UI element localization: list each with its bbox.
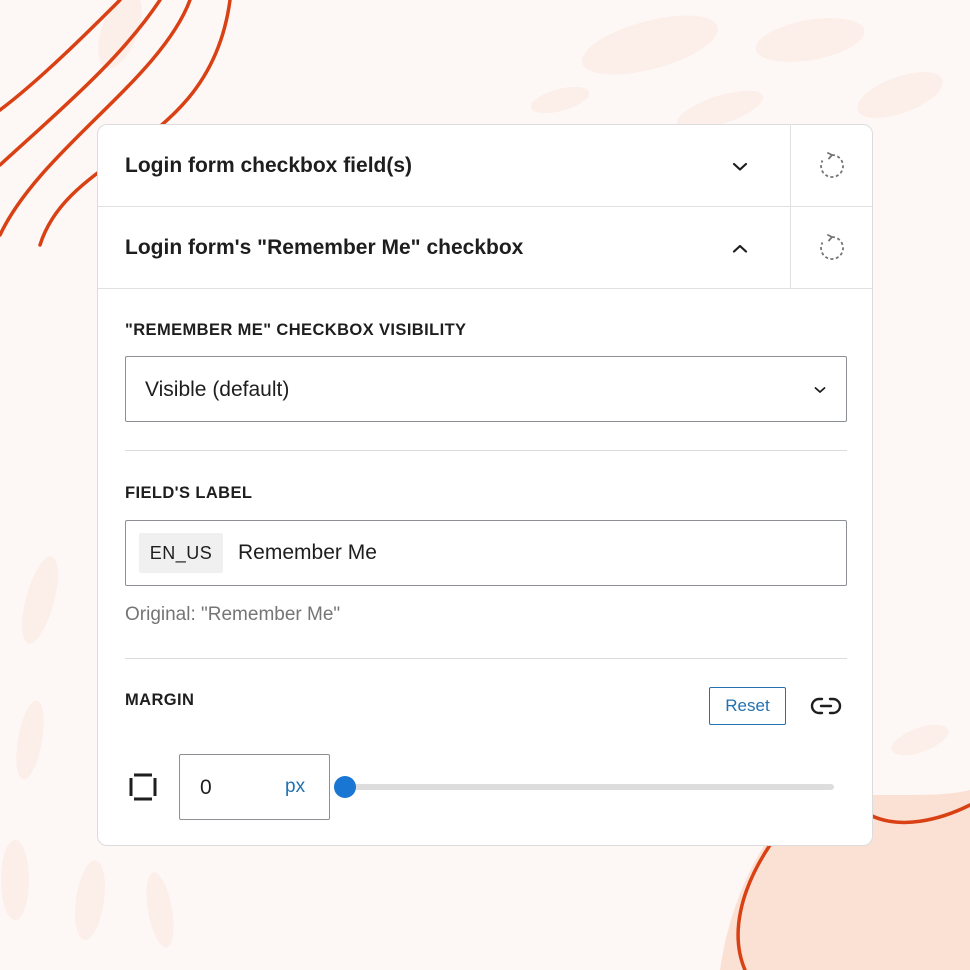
- original-text: Original: "Remember Me": [125, 604, 341, 625]
- margin-value: 0: [200, 776, 212, 799]
- margin-value-input[interactable]: 0 px: [179, 754, 330, 820]
- visibility-select[interactable]: Visible (default): [125, 356, 847, 422]
- visibility-label: "REMEMBER ME" CHECKBOX VISIBILITY: [125, 321, 467, 339]
- settings-panel: Login form checkbox field(s) Login form'…: [97, 124, 873, 846]
- accordion-title[interactable]: Login form checkbox field(s): [125, 154, 412, 178]
- input-value: Remember Me: [238, 541, 377, 564]
- select-value: Visible (default): [145, 378, 290, 401]
- margin-label: MARGIN: [125, 691, 195, 709]
- unit-select[interactable]: px: [285, 776, 305, 798]
- field-label-input[interactable]: EN_US Remember Me: [125, 520, 847, 586]
- reset-button[interactable]: Reset: [709, 687, 786, 725]
- field-label-heading: FIELD'S LABEL: [125, 484, 253, 502]
- divider: [790, 125, 791, 206]
- chevron-down-icon: [814, 387, 826, 393]
- accordion-title[interactable]: Login form's "Remember Me" checkbox: [125, 236, 523, 260]
- slider-thumb[interactable]: [334, 776, 356, 798]
- all-sides-icon[interactable]: [129, 773, 157, 801]
- reset-icon[interactable]: [818, 152, 846, 180]
- link-icon[interactable]: [810, 693, 842, 719]
- chevron-down-icon[interactable]: [728, 155, 752, 179]
- slider-track[interactable]: [344, 784, 834, 790]
- separator: [125, 450, 847, 451]
- accordion-checkbox-fields[interactable]: Login form checkbox field(s): [98, 125, 872, 207]
- accordion-remember-me[interactable]: Login form's "Remember Me" checkbox: [98, 207, 872, 289]
- reset-icon[interactable]: [818, 234, 846, 262]
- separator: [125, 658, 847, 659]
- margin-slider[interactable]: [334, 775, 834, 799]
- divider: [790, 207, 791, 288]
- locale-tag: EN_US: [139, 533, 223, 573]
- chevron-up-icon[interactable]: [728, 237, 752, 261]
